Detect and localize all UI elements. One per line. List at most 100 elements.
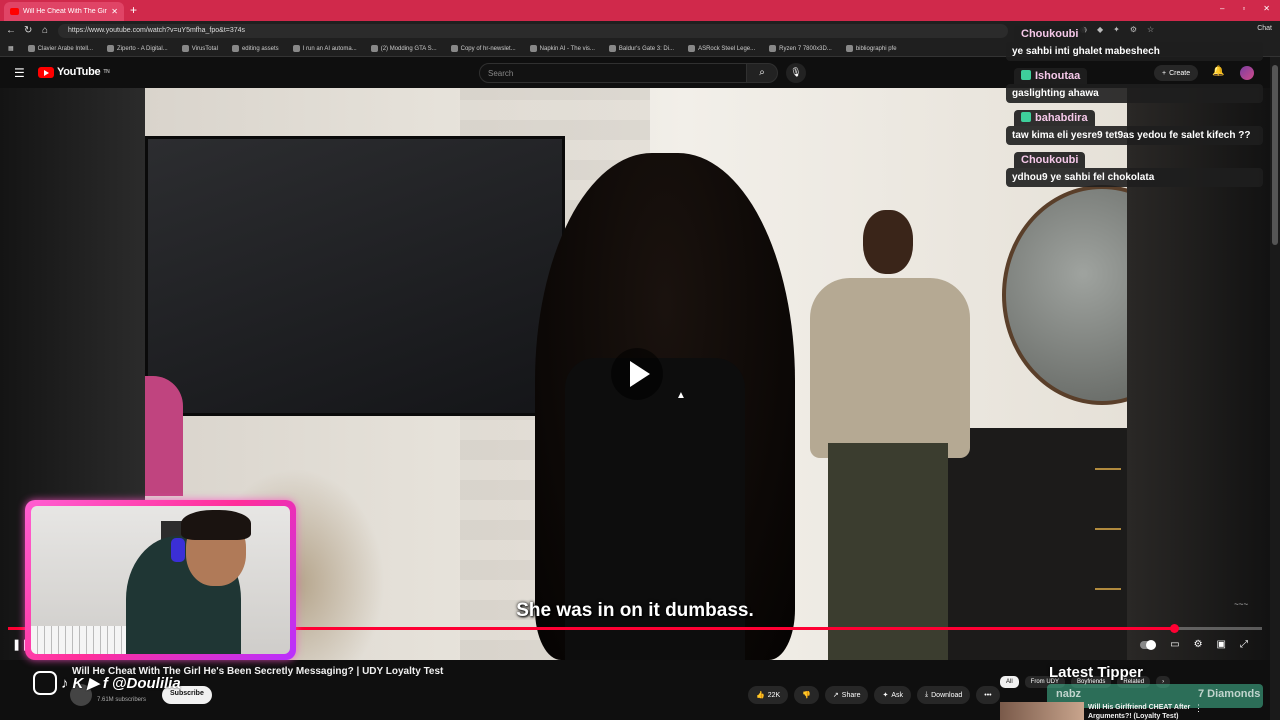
minimize-button[interactable]: –: [1220, 4, 1224, 13]
bookmark-item[interactable]: ASRock Steel Lege...: [688, 45, 755, 52]
folder-icon: [845, 45, 853, 52]
bookmark-item[interactable]: Ziperto - A Digital...: [107, 45, 168, 52]
bookmark-favicon-icon: [27, 45, 35, 52]
share-icon: ↗: [832, 692, 839, 699]
chat-text: ydhou9 ye sahbi fel chokolata: [1006, 168, 1263, 187]
webcam-piano: [31, 626, 127, 654]
chat-username: Choukoubi: [1014, 152, 1086, 168]
chat-text: taw kima eli yesre9 tet9as yedou fe sale…: [1006, 126, 1263, 145]
bookmark-favicon-icon: [688, 45, 696, 52]
close-window-button[interactable]: ✕: [1263, 4, 1270, 13]
scene-cabinet: [945, 428, 1127, 660]
folder-icon: [231, 45, 239, 52]
share-button[interactable]: ↗ Share: [824, 686, 869, 704]
bookmark-item[interactable]: editing assets: [231, 45, 279, 52]
download-button[interactable]: ⤓ Download: [917, 686, 971, 704]
subscriber-count: 7.61M subscribers: [97, 697, 147, 703]
scene-man-head: [863, 210, 913, 274]
bookmark-favicon-icon: [370, 45, 378, 52]
chat-text: gaslighting ahawa: [1006, 84, 1263, 103]
hamburger-menu-icon[interactable]: ☰: [14, 66, 25, 80]
screen: Will He Cheat With The Girl H... ✕ + – ▫…: [0, 0, 1280, 720]
settings-gear-icon[interactable]: ⚙: [1194, 639, 1203, 650]
miniplayer-icon[interactable]: ▣: [1217, 639, 1226, 650]
headset-icon: [171, 538, 185, 562]
search-input[interactable]: Search: [479, 63, 747, 83]
close-tab-icon[interactable]: ✕: [111, 7, 118, 16]
player-right-controls: ▭ ⚙ ▣ ⤢: [1140, 639, 1248, 650]
url-field[interactable]: https://www.youtube.com/watch?v=uY5mfha_…: [58, 24, 1008, 38]
captions-icon[interactable]: ▭: [1170, 639, 1179, 650]
fullscreen-icon[interactable]: ⤢: [1240, 639, 1248, 650]
thumbs-up-icon: 👍: [756, 692, 765, 699]
chat-message: bahabdira taw kima eli yesre9 tet9as yed…: [1006, 108, 1263, 145]
bookmark-item[interactable]: Napkin AI - The vis...: [529, 45, 595, 52]
chat-message: Choukoubi ye sahbi inti ghalet mabeshech: [1006, 24, 1263, 61]
youtube-play-logo-icon: [38, 66, 54, 78]
like-button[interactable]: 👍 22K: [748, 686, 789, 704]
tab-title: Will He Cheat With The Girl H...: [23, 8, 107, 15]
video-actions: 👍 22K 👎 ↗ Share ✦ Ask ⤓ Download •••: [748, 686, 1000, 704]
bookmark-item[interactable]: Ryzen 7 7800x3D...: [769, 45, 832, 52]
big-play-button[interactable]: [611, 348, 663, 400]
microphone-icon[interactable]: 🎙: [786, 63, 806, 83]
ask-button[interactable]: ✦ Ask: [874, 686, 912, 704]
more-actions-button[interactable]: •••: [976, 686, 1000, 704]
latest-tipper-name: nabz: [1056, 688, 1082, 700]
dislike-button[interactable]: 👎: [794, 686, 819, 704]
home-icon[interactable]: ⌂: [42, 25, 48, 36]
chip-all[interactable]: All: [1000, 676, 1019, 688]
chat-badge-icon: [1021, 70, 1031, 80]
window-controls: – ▫ ✕: [1220, 4, 1270, 13]
youtube-logo[interactable]: YouTube TN: [38, 66, 110, 78]
streamer-social-overlay: ♪ K ▶ f @Doulilia: [33, 671, 181, 695]
browser-tab[interactable]: Will He Cheat With The Girl H... ✕: [4, 2, 124, 21]
social-handle: @Doulilia: [111, 674, 181, 692]
youtube-icon: ▶: [87, 675, 99, 692]
bookmark-item[interactable]: VirusTotal: [181, 45, 218, 52]
video-watermark: ~~~: [1233, 600, 1248, 609]
download-icon: ⤓: [925, 691, 929, 698]
bookmark-item[interactable]: Copy of hr-newslet...: [450, 45, 516, 52]
search-icon[interactable]: ⌕: [746, 63, 778, 83]
instagram-icon: [33, 671, 57, 695]
chat-username: Choukoubi: [1014, 26, 1086, 42]
latest-tipper-heading: Latest Tipper: [1049, 664, 1143, 681]
autoplay-toggle[interactable]: [1140, 639, 1157, 650]
reload-icon[interactable]: ↻: [24, 25, 32, 36]
bookmark-favicon-icon: [107, 45, 115, 52]
scene-person-left: [145, 376, 183, 496]
bookmark-item[interactable]: I run an AI automa...: [292, 45, 357, 52]
youtube-favicon-icon: [10, 8, 19, 15]
thumbs-down-icon: 👎: [802, 692, 811, 699]
recommended-video-thumbnail[interactable]: [1000, 702, 1084, 720]
streamer-webcam: [25, 500, 296, 660]
scrollbar-thumb[interactable]: [1272, 65, 1278, 245]
mouse-cursor-icon: ▲: [676, 390, 686, 401]
recommended-video-title[interactable]: Will His Girlfriend CHEAT After Argument…: [1088, 703, 1198, 720]
bookmark-item[interactable]: bibliographi pfe: [845, 45, 897, 52]
stream-chat-overlay: Choukoubi ye sahbi inti ghalet mabeshech…: [1006, 24, 1263, 192]
maximize-button[interactable]: ▫: [1242, 4, 1245, 13]
facebook-icon: f: [102, 674, 108, 692]
kick-icon: K: [72, 674, 84, 692]
chat-message: Ishoutaa gaslighting ahawa: [1006, 66, 1263, 103]
bookmark-item[interactable]: Clavier Arabe Intell...: [27, 45, 93, 52]
bookmarks-apps-icon[interactable]: ▦: [8, 45, 14, 52]
bookmark-favicon-icon: [608, 45, 616, 52]
chat-username: bahabdira: [1014, 110, 1095, 126]
back-icon[interactable]: ←: [6, 25, 16, 36]
page-scrollbar[interactable]: [1270, 57, 1280, 720]
bookmark-favicon-icon: [450, 45, 458, 52]
new-tab-button[interactable]: +: [130, 3, 137, 17]
browser-tab-bar: Will He Cheat With The Girl H... ✕ + – ▫…: [0, 0, 1280, 21]
bookmark-item[interactable]: Baldur's Gate 3: Di...: [608, 45, 674, 52]
bookmark-item[interactable]: (2) Modding GTA S...: [370, 45, 437, 52]
chat-text: ye sahbi inti ghalet mabeshech: [1006, 42, 1263, 61]
chat-message: Choukoubi ydhou9 ye sahbi fel chokolata: [1006, 150, 1263, 187]
sparkle-icon: ✦: [882, 692, 889, 699]
recommended-more-icon[interactable]: ⋮: [1194, 703, 1203, 714]
bookmark-favicon-icon: [769, 45, 777, 52]
latest-tipper-amount: 7 Diamonds: [1198, 688, 1261, 700]
chat-badge-icon: [1021, 112, 1031, 122]
